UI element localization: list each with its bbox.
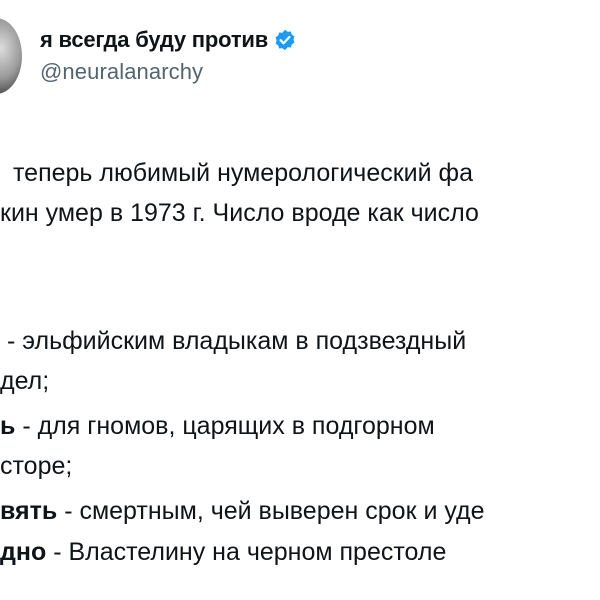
list-item-text: сторе; bbox=[0, 452, 73, 480]
list-item-bold: вять bbox=[0, 497, 58, 525]
tweet-text: теперь любимый нумерологический фа кин у… bbox=[0, 0, 600, 600]
list-item: ь - для гномов, царящих в подгорном bbox=[0, 411, 435, 441]
list-item-text: - Властелину на черном престоле bbox=[46, 538, 447, 566]
list-item-text: - эльфийским владыкам в подзвездный bbox=[7, 327, 467, 355]
intro-line-1: теперь любимый нумерологический фа bbox=[13, 159, 474, 187]
list-item: - эльфийским владыкам в подзвездный bbox=[7, 326, 466, 356]
intro-line-2: кин умер в 1973 г. Число вроде как число bbox=[0, 199, 479, 227]
list-item: сторе; bbox=[0, 451, 72, 481]
list-item-text: дел; bbox=[0, 367, 50, 395]
list-item-bold: ь bbox=[0, 412, 16, 440]
list-item: дно - Властелину на черном престоле bbox=[0, 537, 446, 567]
list-item: вять - смертным, чей выверен срок и уде bbox=[0, 496, 485, 526]
list-item-text: - для гномов, царящих в подгорном bbox=[15, 412, 435, 440]
list-item-bold: дно bbox=[0, 538, 47, 566]
list-item: дел; bbox=[0, 366, 49, 396]
list-item-text: - смертным, чей выверен срок и уде bbox=[57, 497, 485, 525]
